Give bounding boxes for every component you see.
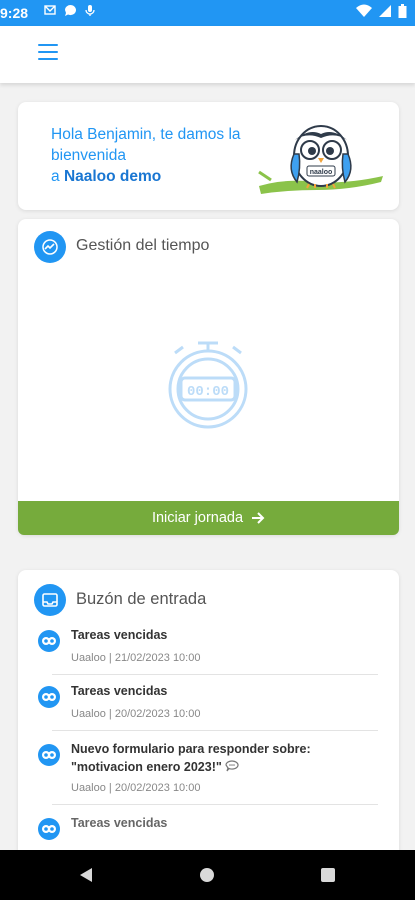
- owl-icon: [38, 818, 60, 840]
- divider: [52, 730, 378, 731]
- time-management-card: Gestión del tiempo 00:00 Iniciar jornada: [18, 219, 399, 535]
- wifi-icon: [356, 4, 372, 17]
- time-card-title: Gestión del tiempo: [76, 237, 210, 254]
- start-workday-button[interactable]: Iniciar jornada: [18, 501, 399, 535]
- back-icon[interactable]: [78, 867, 94, 883]
- mail-icon: [44, 5, 56, 15]
- message-title: Tareas vencidas: [71, 684, 168, 698]
- navigation-bar: [0, 850, 415, 900]
- message-meta: Uaaloo | 20/02/2023 10:00: [71, 708, 201, 720]
- app-bar: [0, 26, 415, 83]
- owl-icon: [38, 744, 60, 766]
- stopwatch-icon: 00:00: [168, 341, 248, 429]
- signal-icon: [379, 5, 391, 17]
- arrow-right-icon: [252, 512, 265, 524]
- recent-apps-icon[interactable]: [320, 867, 336, 883]
- chat-icon: [65, 5, 76, 16]
- message-meta: Uaaloo | 20/02/2023 10:00: [71, 782, 201, 794]
- divider: [52, 674, 378, 675]
- inbox-message[interactable]: Tareas vencidas Uaaloo | 21/02/2023 10:0…: [36, 626, 378, 676]
- inbox-title: Buzón de entrada: [76, 590, 207, 608]
- speech-bubble-icon: [225, 760, 239, 772]
- message-title-text: Nuevo formulario para responder sobre: "…: [71, 742, 311, 774]
- message-title: Nuevo formulario para responder sobre: "…: [71, 740, 361, 776]
- welcome-card: Hola Benjamin, te damos la bienvenida a …: [18, 102, 399, 210]
- status-time: 9:28: [0, 5, 29, 21]
- system-icons: [356, 4, 407, 18]
- start-workday-label: Iniciar jornada: [151, 510, 244, 526]
- home-icon[interactable]: [199, 867, 215, 883]
- welcome-prefix: a: [51, 168, 60, 185]
- owl-mascot-icon: naaloo: [258, 125, 383, 194]
- welcome-greeting: Hola Benjamin, te damos la bienvenida: [51, 126, 241, 164]
- status-bar: 9:28: [0, 0, 415, 26]
- chart-line-icon: [34, 231, 66, 263]
- mic-icon: [85, 5, 95, 16]
- hamburger-icon[interactable]: [38, 44, 58, 60]
- owl-icon: [38, 686, 60, 708]
- inbox-message[interactable]: Tareas vencidas Uaaloo | 20/02/2023 10:0…: [36, 682, 378, 732]
- inbox-card: Buzón de entrada Tareas vencidas Uaaloo …: [18, 570, 399, 860]
- timer-display: 00:00: [187, 384, 229, 400]
- company-name: Naaloo demo: [63, 168, 162, 185]
- divider: [52, 804, 378, 805]
- inbox-message[interactable]: Tareas vencidas: [36, 814, 378, 854]
- welcome-message: Hola Benjamin, te damos la bienvenida a …: [51, 124, 271, 187]
- message-title: Tareas vencidas: [71, 816, 168, 830]
- message-meta: Uaaloo | 21/02/2023 10:00: [71, 652, 201, 664]
- inbox-message[interactable]: Nuevo formulario para responder sobre: "…: [36, 740, 378, 802]
- svg-text:naaloo: naaloo: [310, 169, 333, 176]
- message-title: Tareas vencidas: [71, 628, 168, 642]
- battery-icon: [398, 4, 407, 18]
- notification-icons: [44, 4, 95, 17]
- inbox-icon: [34, 584, 66, 616]
- owl-icon: [38, 630, 60, 652]
